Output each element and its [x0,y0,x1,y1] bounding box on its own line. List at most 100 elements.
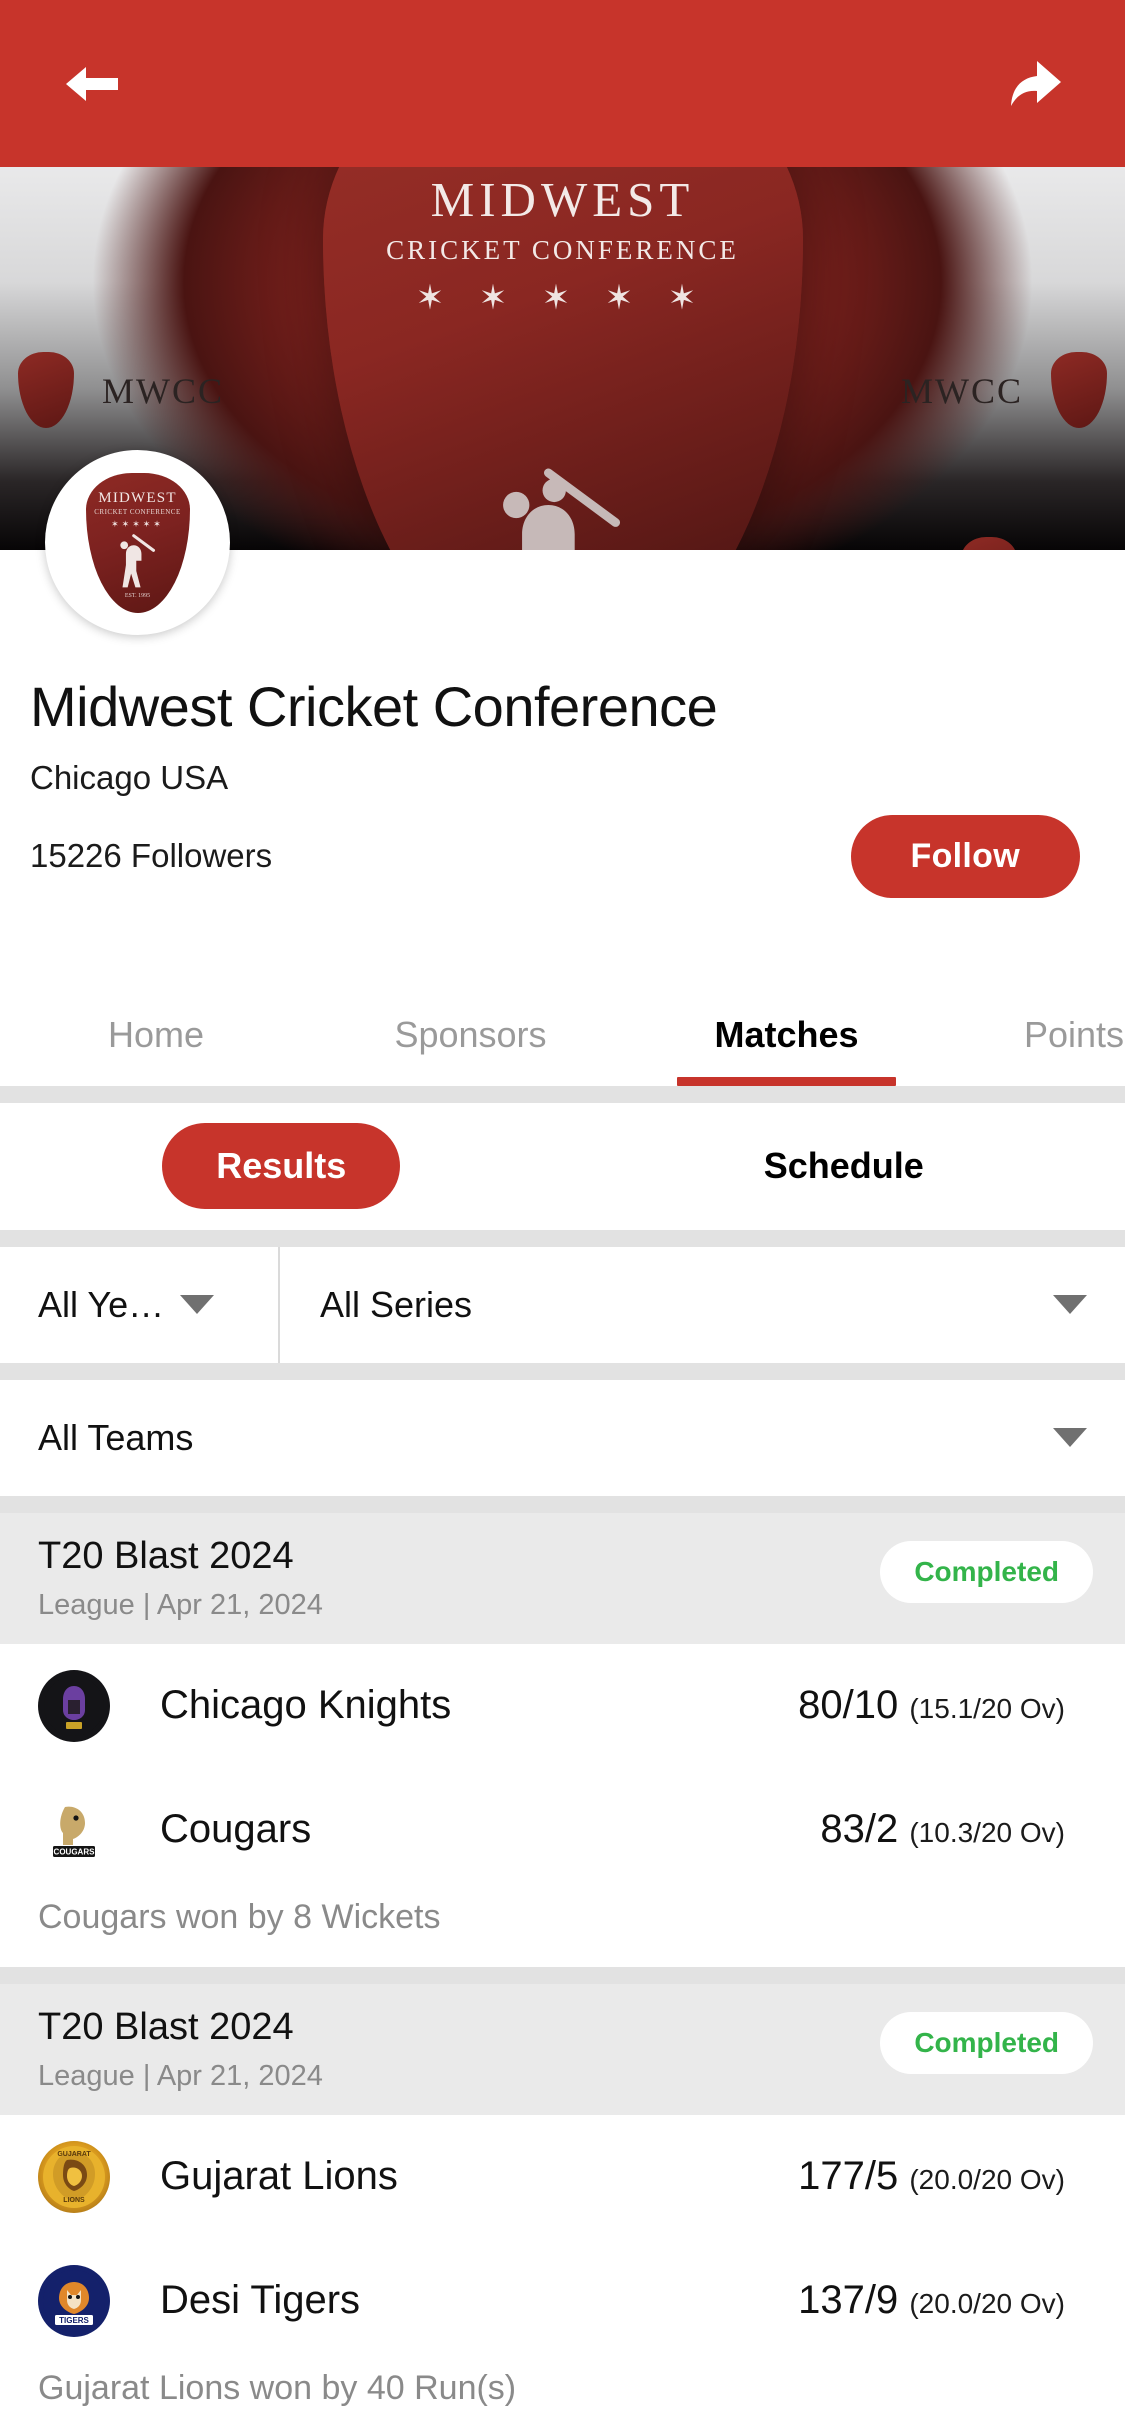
match-meta: League | Apr 21, 2024 [38,2059,323,2092]
tab-sponsors-label: Sponsors [394,1013,547,1055]
cover-mark-left: MWCC [18,352,222,428]
svg-text:TIGERS: TIGERS [59,2316,89,2325]
year-filter-value: All Ye… [38,1283,165,1325]
results-schedule-switch: Results Schedule [0,1102,1125,1230]
team-runs: 80/10 [798,1683,899,1728]
team-overs: (15.1/20 Ov) [909,1693,1065,1725]
series-filter-value: All Series [320,1283,473,1325]
status-badge: Completed [880,2011,1093,2074]
team-score: 137/9 (20.0/20 Ov) [798,2278,1065,2323]
cover-title-line1: MIDWEST [430,172,695,227]
profile-meta-row: 15226 Followers Follow [30,814,1095,898]
match-card[interactable]: T20 Blast 2024 League | Apr 21, 2024 Com… [0,1983,1125,2436]
share-icon [1005,57,1063,111]
back-button[interactable] [48,41,134,127]
follow-button[interactable]: Follow [850,814,1080,898]
cover-mark-left-text: MWCC [102,371,225,411]
tab-home[interactable]: Home [0,1014,312,1086]
svg-text:GUJARAT: GUJARAT [57,2151,91,2158]
cover-mark-lower-right: MWCC [961,537,1017,550]
table-row: GUJARAT LIONS Gujarat Lions 177/5 (20.0/… [0,2115,1125,2239]
cover-mini-shield-icon [1051,352,1107,428]
table-row: Chicago Knights 80/10 (15.1/20 Ov) [0,1644,1125,1768]
match-meta: League | Apr 21, 2024 [38,1588,323,1621]
table-row: TIGERS Desi Tigers 137/9 (20.0/20 Ov) [0,2239,1125,2363]
team-name: Chicago Knights [160,1683,452,1728]
team-runs: 177/5 [798,2154,899,2199]
arrow-left-icon [62,59,120,109]
match-result-text: Gujarat Lions won by 40 Run(s) [38,2368,517,2407]
tab-matches-label: Matches [714,1013,859,1055]
team-runs: 83/2 [820,1807,899,1852]
chicago-knights-logo [38,1669,110,1742]
series-filter-dropdown[interactable]: All Series [280,1247,1125,1363]
year-filter-dropdown[interactable]: All Ye… [0,1246,280,1363]
svg-text:LIONS: LIONS [63,2197,85,2204]
team-overs: (20.0/20 Ov) [909,2164,1065,2196]
active-tab-indicator [677,1076,896,1086]
cover-stars: ✶ ✶ ✶ ✶ ✶ [415,280,710,317]
cover-title: MIDWEST CRICKET CONFERENCE ✶ ✶ ✶ ✶ ✶ [386,171,739,318]
avatar[interactable]: MIDWEST CRICKET CONFERENCE ✶✶✶✶✶ EST. 19… [45,450,230,635]
cover-mini-shield-icon [961,537,1017,550]
teams-filter-value: All Teams [38,1416,194,1458]
profile-tabs: Home Sponsors Matches Points [0,959,1125,1086]
avatar-batsman-icon [119,533,155,587]
tab-home-label: Home [107,1013,205,1055]
table-row: COUGARS Cougars 83/2 (10.3/20 Ov) [0,1768,1125,1892]
avatar-stars: ✶✶✶✶✶ [111,518,164,529]
cover-mini-shield-icon [18,352,74,428]
cougars-logo: COUGARS [38,1793,110,1866]
team-score: 83/2 (10.3/20 Ov) [820,1807,1065,1852]
followers-count: 15226 Followers [30,837,273,875]
chevron-down-icon [1053,1295,1087,1315]
section-divider [0,1495,1125,1513]
results-tab[interactable]: Results [0,1123,563,1210]
match-series-name: T20 Blast 2024 [38,2005,294,2048]
team-name: Cougars [160,1807,312,1852]
status-badge: Completed [880,1540,1093,1603]
section-divider [0,1229,1125,1247]
avatar-subtitle: CRICKET CONFERENCE [94,507,181,516]
tab-sponsors[interactable]: Sponsors [312,1014,629,1086]
match-card-header: T20 Blast 2024 League | Apr 21, 2024 Com… [0,1983,1125,2115]
team-overs: (10.3/20 Ov) [909,1817,1065,1849]
tab-matches[interactable]: Matches [629,1014,944,1086]
team-name: Desi Tigers [160,2278,361,2323]
team-overs: (20.0/20 Ov) [909,2288,1065,2320]
match-card-header-text: T20 Blast 2024 League | Apr 21, 2024 [38,1535,323,1622]
tab-points-label: Points [1023,1013,1125,1055]
team-score: 80/10 (15.1/20 Ov) [798,1683,1065,1728]
teams-filter-dropdown[interactable]: All Teams [0,1379,1125,1496]
match-card[interactable]: T20 Blast 2024 League | Apr 21, 2024 Com… [0,1512,1125,1967]
app-screen: MIDWEST CRICKET CONFERENCE ✶ ✶ ✶ ✶ ✶ MWC… [0,0,1125,2436]
share-button[interactable] [991,41,1077,127]
cover-mark-right-text: MWCC [900,371,1023,411]
cover-title-line2: CRICKET CONFERENCE [386,235,739,265]
section-divider [0,1362,1125,1380]
cricket-batsman-icon [502,468,620,550]
match-series-name: T20 Blast 2024 [38,1534,294,1577]
section-divider [0,1966,1125,1984]
filter-row-top: All Ye… All Series [0,1246,1125,1363]
svg-text:COUGARS: COUGARS [54,1847,96,1856]
results-tab-label: Results [162,1123,401,1210]
team-runs: 137/9 [798,2278,899,2323]
gujarat-lions-logo: GUJARAT LIONS [38,2140,110,2213]
schedule-tab[interactable]: Schedule [563,1145,1125,1187]
tab-points[interactable]: Points [944,1014,1125,1086]
chevron-down-icon [1053,1428,1087,1448]
match-result-text: Cougars won by 8 Wickets [38,1897,441,1936]
top-app-bar [0,0,1125,167]
avatar-shield-icon: MIDWEST CRICKET CONFERENCE ✶✶✶✶✶ EST. 19… [85,472,190,613]
team-score: 177/5 (20.0/20 Ov) [798,2154,1065,2199]
team-name: Gujarat Lions [160,2154,398,2199]
desi-tigers-logo: TIGERS [38,2264,110,2337]
match-card-header-text: T20 Blast 2024 League | Apr 21, 2024 [38,2006,323,2093]
avatar-title: MIDWEST [98,489,177,506]
schedule-tab-label: Schedule [763,1145,924,1187]
match-card-header: T20 Blast 2024 League | Apr 21, 2024 Com… [0,1512,1125,1644]
profile-location: Chicago USA [30,758,229,796]
section-divider [0,1085,1125,1103]
avatar-year: EST. 1995 [124,592,151,599]
